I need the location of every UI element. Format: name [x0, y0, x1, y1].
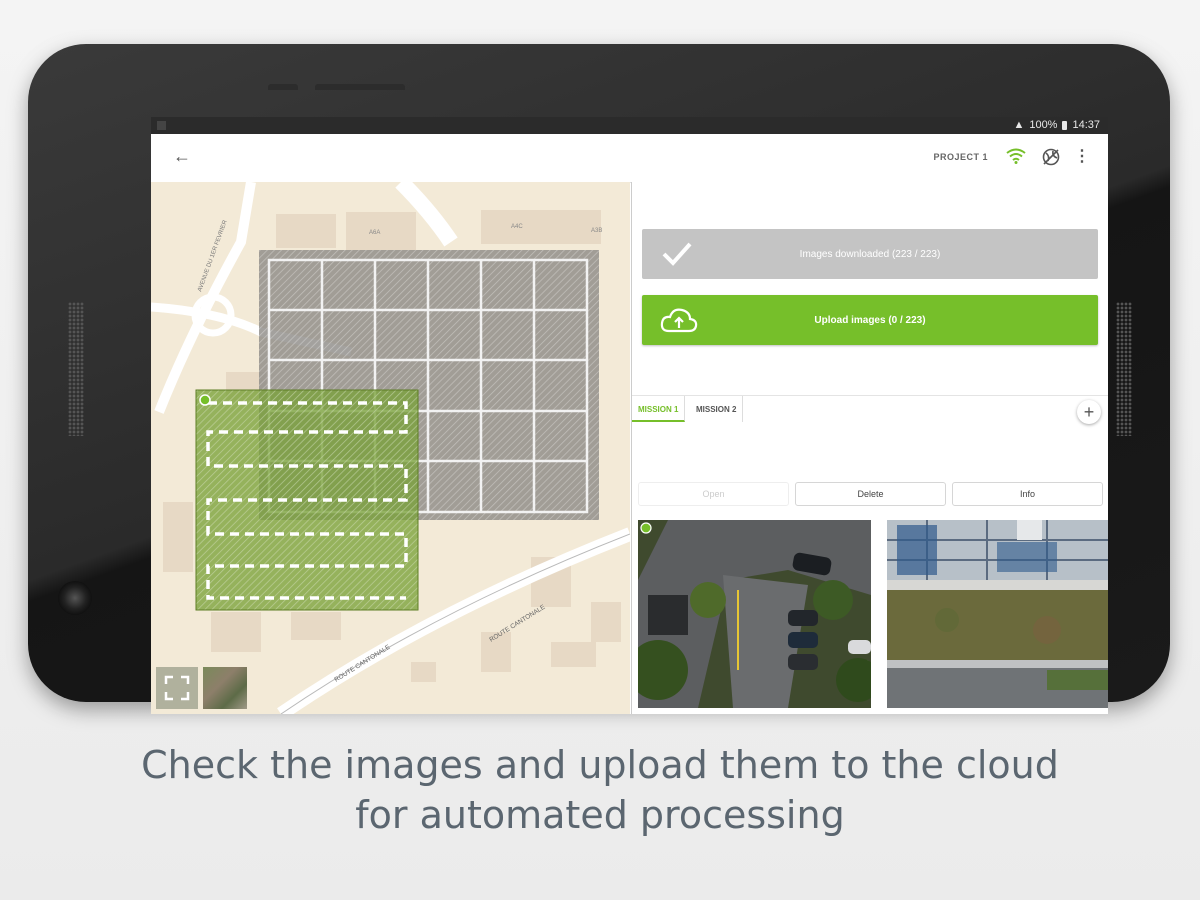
- app-screen: ▲ 100% 14:37 ← PROJECT 1 ⋮ AVENUE DU 1ER…: [151, 117, 1108, 714]
- mission-tabs: MISSION 1 MISSION 2: [632, 395, 1108, 426]
- fullscreen-icon: [164, 675, 190, 701]
- upload-images-label: Upload images (0 / 223): [814, 314, 926, 326]
- street-label: ROUTE CANTONALE: [333, 643, 392, 683]
- front-camera: [58, 581, 92, 615]
- info-button[interactable]: Info: [952, 482, 1103, 506]
- drone-signal-icon: ▲: [1013, 119, 1025, 131]
- right-speaker-grille: [1116, 302, 1132, 436]
- fullscreen-button[interactable]: [156, 667, 198, 709]
- images-downloaded-card: Images downloaded (223 / 223): [642, 229, 1098, 279]
- tablet-frame: ▲ 100% 14:37 ← PROJECT 1 ⋮ AVENUE DU 1ER…: [28, 44, 1170, 714]
- mission-start-icon: [199, 394, 211, 406]
- app-toolbar: ← PROJECT 1 ⋮: [151, 134, 1108, 183]
- left-speaker-grille: [68, 302, 84, 436]
- battery-percent: 100%: [1029, 119, 1058, 131]
- building-label: A4C: [511, 224, 523, 230]
- tab-mission-1[interactable]: MISSION 1: [632, 396, 686, 422]
- satellite-layer-toggle[interactable]: [203, 667, 247, 709]
- current-mission-area[interactable]: [195, 389, 419, 611]
- caption-line-2: for automated processing: [355, 793, 845, 837]
- images-downloaded-label: Images downloaded (223 / 223): [799, 248, 941, 260]
- tablet-power-button: [268, 84, 298, 90]
- building-label: A6A: [369, 230, 380, 236]
- project-title[interactable]: PROJECT 1: [933, 152, 988, 162]
- plus-icon: +: [1083, 401, 1095, 422]
- add-mission-button[interactable]: +: [1077, 400, 1101, 424]
- flight-map[interactable]: AVENUE DU 1ER FEVRIER ROUTE CANTONALE RO…: [151, 182, 630, 714]
- tablet-volume-button: [315, 84, 405, 90]
- overflow-menu-icon[interactable]: ⋮: [1074, 146, 1090, 166]
- wifi-icon[interactable]: [1006, 148, 1026, 164]
- clock: 14:37: [1072, 119, 1100, 131]
- checkmark-icon: [662, 242, 692, 266]
- map-canvas[interactable]: AVENUE DU 1ER FEVRIER ROUTE CANTONALE RO…: [151, 182, 630, 714]
- back-arrow-icon[interactable]: ←: [173, 146, 191, 167]
- cloud-upload-icon: [660, 308, 698, 333]
- tab-mission-2[interactable]: MISSION 2: [690, 396, 744, 422]
- aerial-photo-parking: [638, 520, 871, 708]
- upload-images-button[interactable]: Upload images (0 / 223): [642, 295, 1098, 345]
- notification-icon: [157, 121, 166, 130]
- open-button[interactable]: Open: [638, 482, 789, 506]
- aerial-thumbnail-1[interactable]: [638, 520, 871, 708]
- caption-line-1: Check the images and upload them to the …: [141, 743, 1059, 787]
- mission-panel: Images downloaded (223 / 223) Upload ima…: [631, 182, 1108, 714]
- aerial-photo-rooftop: [887, 520, 1108, 708]
- street-label: ROUTE CANTONALE: [488, 603, 547, 643]
- delete-button[interactable]: Delete: [795, 482, 946, 506]
- building-label: A3B: [591, 228, 602, 234]
- battery-icon: [1062, 120, 1068, 130]
- map-layer-globe-icon[interactable]: [1042, 148, 1060, 166]
- screenshot-caption: Check the images and upload them to the …: [0, 740, 1200, 840]
- status-bar: ▲ 100% 14:37: [151, 117, 1108, 134]
- aerial-thumbnail-2[interactable]: [887, 520, 1108, 708]
